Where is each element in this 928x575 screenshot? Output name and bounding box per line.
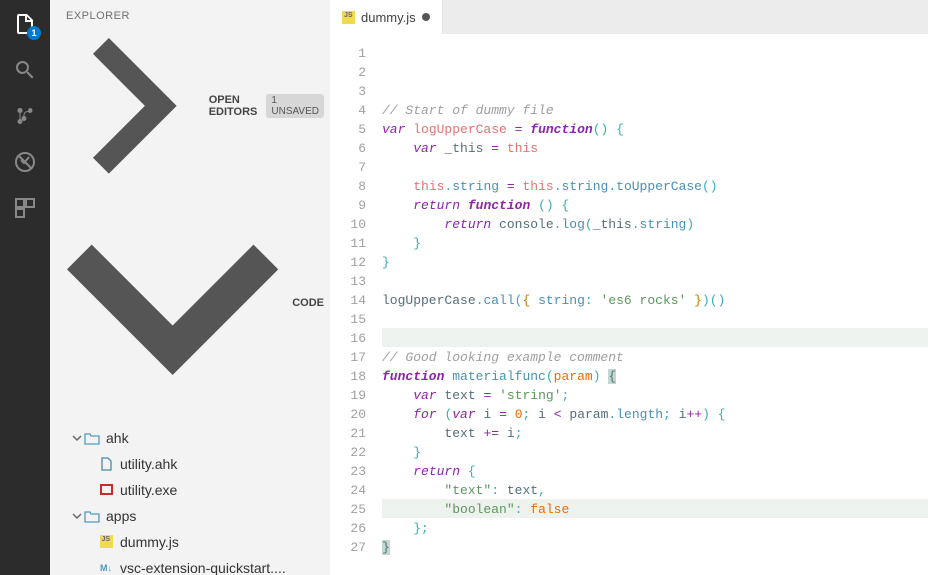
explorer-icon[interactable]: 1 xyxy=(11,10,39,38)
file-apps-dummy[interactable]: JS dummy.js xyxy=(50,529,330,555)
editor-area: JS dummy.js 1234567891011121314151617181… xyxy=(330,0,928,575)
extensions-icon[interactable] xyxy=(11,194,39,222)
file-utility-exe[interactable]: utility.exe xyxy=(50,477,330,503)
tab-dummy-js[interactable]: JS dummy.js xyxy=(330,0,443,34)
folder-apps[interactable]: apps xyxy=(50,503,330,529)
file-vsc-quickstart[interactable]: M↓ vsc-extension-quickstart.... xyxy=(50,555,330,575)
tree-label: vsc-extension-quickstart.... xyxy=(120,560,286,575)
code-editor[interactable]: 1234567891011121314151617181920212223242… xyxy=(330,34,928,575)
file-icon xyxy=(98,456,114,472)
file-tree: ahk utility.ahk utility.exe apps JS dumm… xyxy=(50,423,330,575)
exe-icon xyxy=(98,482,114,498)
unsaved-badge: 1 UNSAVED xyxy=(266,94,324,118)
explorer-sidebar: EXPLORER OPEN EDITORS 1 UNSAVED CODE ahk… xyxy=(50,0,330,575)
tree-label: dummy.js xyxy=(120,534,179,550)
explorer-badge: 1 xyxy=(27,26,41,40)
search-icon[interactable] xyxy=(11,56,39,84)
source-control-icon[interactable] xyxy=(11,102,39,130)
markdown-icon: M↓ xyxy=(98,560,114,575)
js-icon: JS xyxy=(342,11,355,24)
js-icon: JS xyxy=(98,534,114,550)
root-label: CODE xyxy=(292,297,324,309)
tree-label: apps xyxy=(106,508,136,524)
open-editors-label: OPEN EDITORS xyxy=(209,94,258,118)
tree-label: ahk xyxy=(106,430,129,446)
file-utility-ahk[interactable]: utility.ahk xyxy=(50,451,330,477)
activity-bar: 1 xyxy=(0,0,50,575)
open-editors-section[interactable]: OPEN EDITORS 1 UNSAVED xyxy=(50,28,330,184)
line-numbers: 1234567891011121314151617181920212223242… xyxy=(330,34,382,575)
sidebar-title: EXPLORER xyxy=(50,0,330,28)
folder-open-icon xyxy=(84,430,100,446)
debug-icon[interactable] xyxy=(11,148,39,176)
tab-label: dummy.js xyxy=(361,10,416,25)
tab-empty-area[interactable] xyxy=(443,0,928,34)
code-content[interactable]: // Start of dummy file var logUpperCase … xyxy=(382,34,928,575)
tree-label: utility.ahk xyxy=(120,456,177,472)
folder-ahk[interactable]: ahk xyxy=(50,425,330,451)
editor-tabs: JS dummy.js xyxy=(330,0,928,34)
folder-open-icon xyxy=(84,508,100,524)
folder-root-section[interactable]: CODE xyxy=(50,184,330,423)
tree-label: utility.exe xyxy=(120,482,177,498)
dirty-indicator xyxy=(422,13,430,21)
